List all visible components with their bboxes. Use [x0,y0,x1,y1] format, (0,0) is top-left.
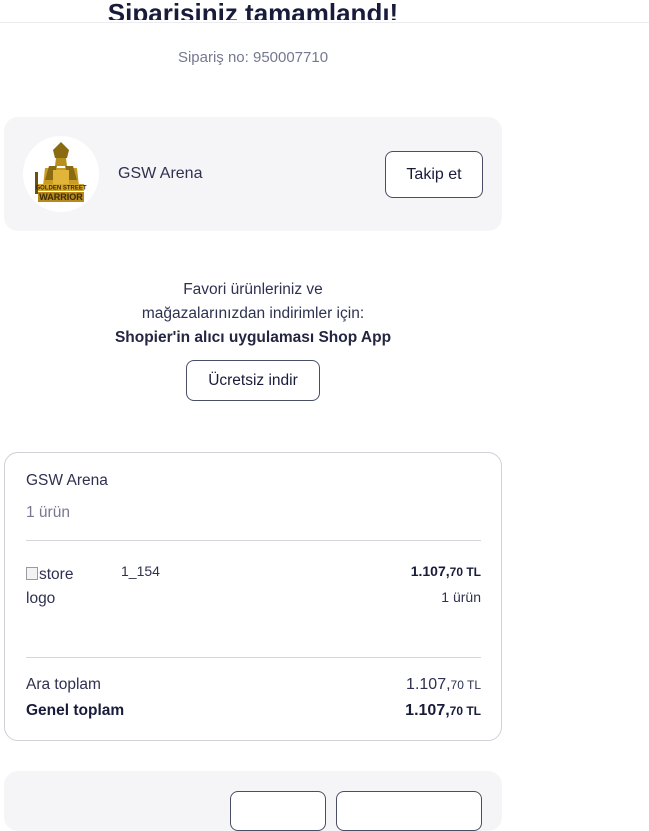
promo-line-1: Favori ürünleriniz ve [183,281,323,298]
product-name: 1_154 [121,563,160,579]
total-label: Genel toplam [26,702,125,719]
logo-text-bottom: WARRIOR [39,192,83,202]
product-price-main: 1.107, [410,563,450,579]
store-card: GOLDEN STREET WARRIOR GSW Arena Takip et [4,117,502,231]
store-avatar: GOLDEN STREET WARRIOR [23,136,99,212]
summary-store-name: GSW Arena [26,472,108,489]
page-title: Siparişiniz tamamlandı! [107,0,399,20]
subtotal-label: Ara toplam [26,676,101,693]
product-price-decimals: 70 TL [449,565,481,579]
total-main: 1.107, [405,702,450,719]
order-number: Sipariş no: 950007710 [177,49,329,66]
promo-line-2: mağazalarınızdan indirimler için: [141,305,365,322]
warrior-logo-icon: GOLDEN STREET WARRIOR [23,136,99,212]
total-decimals: 70 TL [449,704,481,718]
subtotal-value: 1.107,70 TL [406,676,481,694]
subtotal-decimals: 70 TL [450,678,481,692]
product-image: store logo [26,563,106,611]
store-name[interactable]: GSW Arena [118,165,202,183]
divider [26,540,481,541]
bottom-card [4,771,502,831]
free-download-button[interactable]: Ücretsiz indir [186,360,320,401]
total-value: 1.107,70 TL [405,702,481,720]
subtotal-main: 1.107, [406,676,451,693]
promo-line-3: Shopier'in alıcı uygulaması Shop App [114,329,392,346]
follow-button[interactable]: Takip et [385,151,483,198]
product-price: 1.107,70 TL [411,563,481,579]
product-quantity: 1 ürün [441,589,481,605]
bottom-action-button-2[interactable] [336,791,482,831]
divider [26,657,481,658]
broken-image-icon [26,567,38,580]
order-summary-card: GSW Arena 1 ürün store logo 1_154 1.107,… [4,452,502,741]
logo-text-top: GOLDEN STREET [35,186,86,192]
summary-item-count: 1 ürün [26,504,70,521]
bottom-action-button-1[interactable] [230,791,326,831]
